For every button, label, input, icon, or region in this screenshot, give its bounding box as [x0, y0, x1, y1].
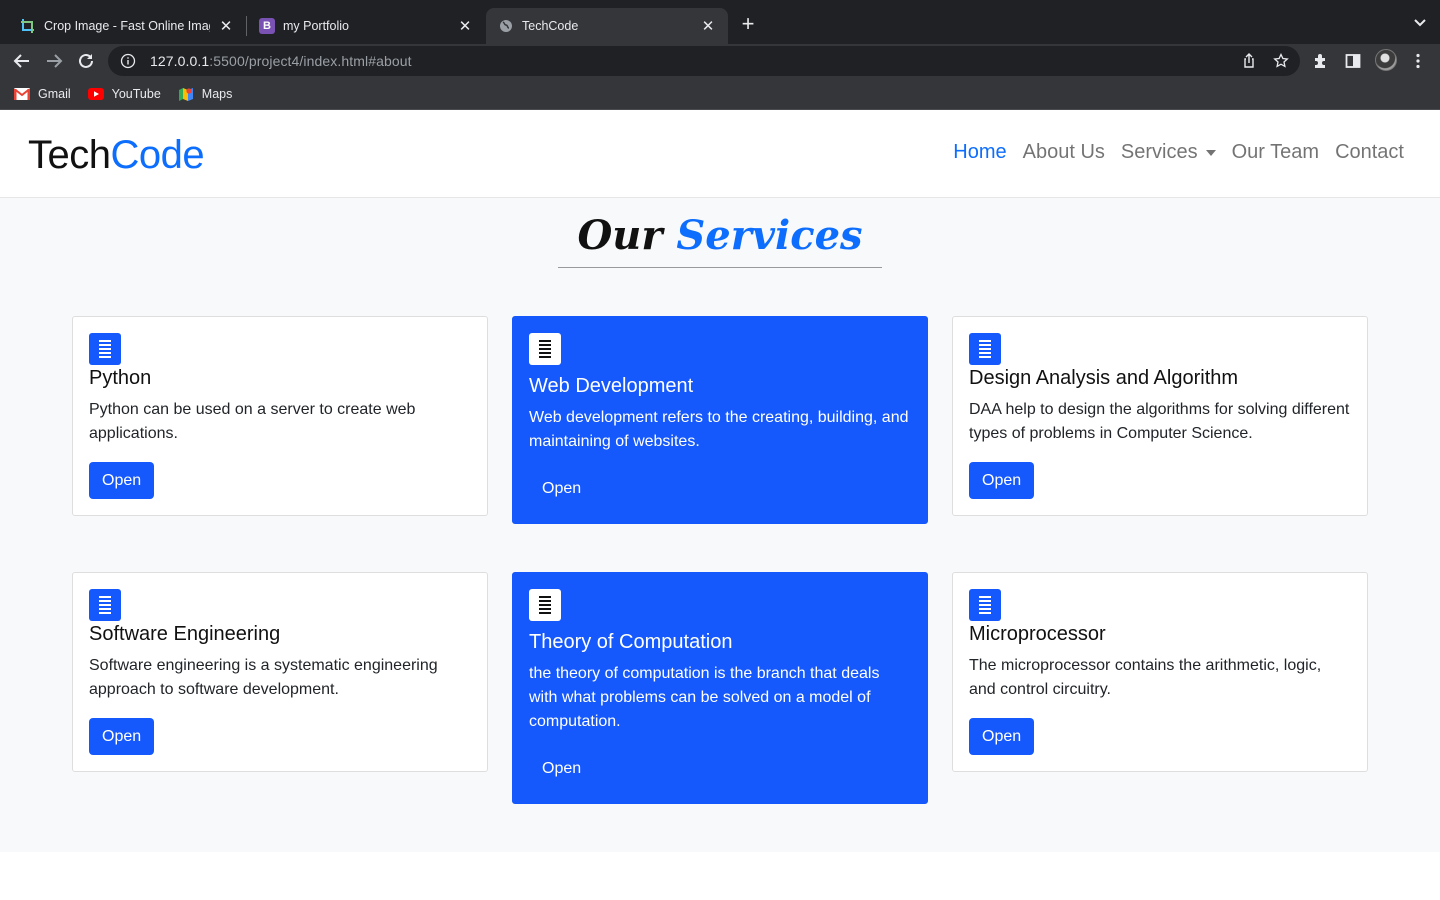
browser-toolbar: 127.0.0.1:5500/project4/index.html#about [0, 44, 1440, 78]
nav-link-home[interactable]: Home [953, 141, 1006, 164]
nav-link-our-team[interactable]: Our Team [1232, 141, 1319, 164]
document-icon [969, 589, 1001, 621]
close-icon[interactable]: ✕ [457, 18, 473, 35]
open-button[interactable]: Open [89, 462, 155, 499]
browser-tab[interactable]: B my Portfolio ✕ [247, 8, 485, 44]
open-button[interactable]: Open [529, 750, 594, 787]
heading-part1: Our [577, 212, 663, 259]
crop-icon [20, 18, 36, 34]
new-tab-button[interactable]: + [736, 13, 760, 37]
back-arrow-icon[interactable] [11, 50, 33, 72]
bookmark-label: Gmail [38, 86, 71, 101]
card-title: Microprocessor [969, 623, 1106, 645]
globe-icon [498, 18, 514, 34]
maps-icon [178, 87, 194, 101]
close-icon[interactable]: ✕ [700, 18, 716, 35]
bookmark-youtube[interactable]: YouTube [87, 86, 161, 101]
tab-title: my Portfolio [283, 19, 349, 33]
share-icon[interactable] [1241, 53, 1257, 69]
nav-link-label: Services [1120, 141, 1198, 163]
brand-part1: Tech [28, 133, 111, 177]
card-text: the theory of computation is the branch … [529, 665, 880, 730]
url-host: 127.0.0.1 [150, 53, 210, 69]
bootstrap-icon: B [259, 18, 275, 34]
open-button[interactable]: Open [529, 470, 594, 507]
card-title: Design Analysis and Algorithm [969, 367, 1239, 389]
brand-logo[interactable]: TechCode [28, 133, 205, 178]
service-card-microprocessor: Microprocessor The microprocessor contai… [952, 572, 1368, 772]
service-card-software-engineering: Software Engineering Software engineerin… [72, 572, 488, 772]
service-card-python: Python Python can be used on a server to… [72, 316, 488, 516]
bookmark-gmail[interactable]: Gmail [14, 87, 71, 101]
nav-dropdown-services[interactable]: Services [1121, 141, 1216, 164]
brand-part2: Code [110, 133, 205, 177]
service-card-theory-of-computation: Theory of Computation the theory of comp… [512, 572, 928, 804]
open-button[interactable]: Open [89, 718, 155, 755]
document-icon [529, 589, 561, 621]
caret-down-icon [1205, 149, 1216, 156]
url-path: :5500/project4/index.html#about [209, 53, 412, 69]
browser-tab-strip: Crop Image - Fast Online Image ✕ B my Po… [0, 0, 1440, 44]
bookmarks-bar: Gmail YouTube Maps [0, 78, 1440, 110]
youtube-icon [87, 87, 104, 100]
nav-link-contact[interactable]: Contact [1335, 141, 1404, 164]
more-menu-icon[interactable] [1409, 52, 1427, 70]
section-heading: Our Services [0, 212, 1440, 259]
forward-arrow-icon[interactable] [43, 50, 65, 72]
browser-tab[interactable]: Crop Image - Fast Online Image ✕ [8, 8, 246, 44]
tab-title: Crop Image - Fast Online Image [44, 19, 210, 33]
address-bar[interactable]: 127.0.0.1:5500/project4/index.html#about [108, 46, 1300, 76]
tab-search-icon[interactable] [1412, 14, 1428, 30]
card-title: Python [89, 367, 152, 389]
side-panel-icon[interactable] [1344, 52, 1362, 70]
bookmark-label: YouTube [111, 86, 161, 101]
card-text: DAA help to design the algorithms for so… [969, 401, 1350, 442]
card-text: Python can be used on a server to create… [89, 401, 416, 442]
nav-links: Home About Us Services Our Team Contact [937, 141, 1404, 164]
url-text: 127.0.0.1:5500/project4/index.html#about [150, 53, 412, 69]
nav-link-about-us[interactable]: About Us [1023, 141, 1105, 164]
document-icon [89, 589, 121, 621]
gmail-icon [14, 87, 30, 100]
star-icon[interactable] [1273, 52, 1289, 69]
extensions-icon[interactable] [1312, 52, 1330, 70]
open-button[interactable]: Open [969, 462, 1035, 499]
card-text: Web development refers to the creating, … [529, 409, 909, 450]
profile-avatar[interactable] [1375, 49, 1397, 71]
close-icon[interactable]: ✕ [218, 18, 234, 35]
card-title: Software Engineering [89, 623, 281, 645]
open-button[interactable]: Open [969, 718, 1035, 755]
heading-divider [558, 267, 882, 268]
card-text: Software engineering is a systematic eng… [89, 657, 438, 698]
browser-tab-active[interactable]: TechCode ✕ [486, 8, 728, 44]
reload-icon[interactable] [75, 50, 97, 72]
card-text: The microprocessor contains the arithmet… [969, 657, 1322, 698]
bookmark-label: Maps [201, 86, 233, 101]
services-section: Our Services Python Python can be used o… [0, 198, 1440, 852]
page-viewport: TechCode Home About Us Services Our Team… [0, 111, 1440, 900]
service-card-web-development: Web Development Web development refers t… [512, 316, 928, 524]
card-title: Web Development [529, 375, 694, 397]
bookmark-maps[interactable]: Maps [178, 86, 233, 101]
site-navbar: TechCode Home About Us Services Our Team… [0, 111, 1440, 198]
card-title: Theory of Computation [529, 631, 733, 653]
document-icon [969, 333, 1001, 365]
info-icon[interactable] [120, 53, 136, 69]
document-icon [529, 333, 561, 365]
heading-part2: Services [676, 212, 863, 259]
service-card-daa: Design Analysis and Algorithm DAA help t… [952, 316, 1368, 516]
tab-title: TechCode [522, 19, 579, 33]
page-below-section [0, 852, 1440, 900]
document-icon [89, 333, 121, 365]
